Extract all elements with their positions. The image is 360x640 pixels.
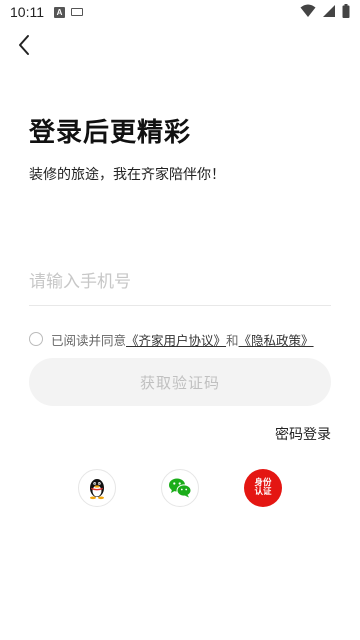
battery-icon	[342, 4, 350, 18]
identity-login-button[interactable]: 身份 认证	[244, 469, 282, 507]
qq-login-button[interactable]	[78, 469, 116, 507]
notification-a-icon: A	[54, 6, 65, 18]
agreement-checkbox[interactable]	[29, 332, 43, 346]
wifi-icon	[300, 4, 316, 17]
status-bar: 10:11 A	[0, 0, 360, 24]
qq-penguin-icon	[90, 479, 104, 500]
agreement-and: 和	[226, 332, 239, 348]
phone-field-wrapper	[29, 262, 331, 306]
privacy-policy-link[interactable]: 《隐私政策》	[239, 330, 314, 349]
back-button[interactable]	[12, 32, 38, 58]
user-agreement-link[interactable]: 《齐家用户协议》	[126, 330, 226, 349]
page-subtitle: 装修的旅途，我在齐家陪伴你！	[29, 167, 225, 183]
identity-auth-icon: 身份 认证	[254, 478, 272, 497]
agreement-prefix: 已阅读并同意	[51, 332, 127, 348]
password-login-link[interactable]: 密码登录	[275, 424, 331, 444]
page-title: 登录后更精彩	[29, 118, 192, 148]
wechat-login-button[interactable]	[161, 469, 199, 507]
signal-icon	[323, 5, 335, 17]
phone-input[interactable]	[29, 262, 331, 302]
login-screen: 10:11 A 登录后更精彩 装修的旅途，我在齐家陪伴你！ 已阅	[0, 0, 360, 640]
chevron-left-icon	[19, 35, 29, 55]
status-time: 10:11	[10, 4, 44, 20]
get-code-button[interactable]: 获取验证码	[29, 358, 331, 406]
agreement-row: 已阅读并同意 《齐家用户协议》 和 《隐私政策》	[29, 329, 314, 349]
wechat-icon	[169, 478, 192, 498]
keyboard-icon	[71, 8, 83, 16]
